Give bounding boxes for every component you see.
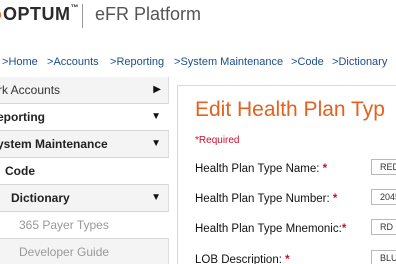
form-panel: Edit Health Plan Typ *Required Health Pl… xyxy=(177,85,396,264)
chevron-down-icon: ▼ xyxy=(151,138,161,149)
sidebar-item-dictionary[interactable]: Dictionary ▼ xyxy=(0,185,169,212)
breadcrumb-label: Dictionary xyxy=(338,56,388,68)
health-plan-type-mnemonic-label: Health Plan Type Mnemonic:* xyxy=(195,223,346,235)
field-label: Health Plan Type Number: xyxy=(195,193,330,205)
health-plan-type-number-label: Health Plan Type Number: * xyxy=(195,193,337,205)
brand-name: OPTUM xyxy=(3,4,71,24)
health-plan-type-mnemonic-input[interactable]: RD 2 xyxy=(371,219,396,235)
breadcrumb-label: Accounts xyxy=(53,56,99,68)
breadcrumb-label: Reporting xyxy=(116,56,165,68)
health-plan-type-name-label: Health Plan Type Name: * xyxy=(195,163,327,175)
sidebar-item-label: Code xyxy=(5,164,35,178)
sidebar-item-reporting[interactable]: eporting ▼ xyxy=(0,104,169,131)
required-star: * xyxy=(285,254,290,264)
main-content: Edit Health Plan Typ *Required Health Pl… xyxy=(170,77,396,264)
sidebar-item-developer-guide[interactable]: Developer Guide xyxy=(0,239,169,264)
sidebar-item-label: Developer Guide xyxy=(19,245,110,259)
breadcrumb-reporting[interactable]: >Reporting xyxy=(110,56,164,68)
sidebar-item-code[interactable]: Code xyxy=(0,158,169,185)
app-name: eFR Platform xyxy=(95,4,202,24)
chevron-down-icon: ▼ xyxy=(151,192,161,203)
chevron-down-icon: ▼ xyxy=(151,111,161,122)
breadcrumb-home[interactable]: >Home xyxy=(2,56,38,68)
sidebar-item-system-maintenance[interactable]: ystem Maintenance ▼ xyxy=(0,131,169,158)
brand-logo[interactable]: OPTUM™ xyxy=(3,3,79,25)
sidebar-item-work-accounts[interactable]: rk Accounts ▶ xyxy=(0,77,169,104)
breadcrumb-label: Home xyxy=(8,56,38,68)
lob-description-input[interactable]: BLUE xyxy=(371,250,396,264)
chevron-right-icon: ▶ xyxy=(153,84,161,95)
field-label: Health Plan Type Mnemonic: xyxy=(195,223,342,235)
health-plan-type-number-input[interactable]: 2045 xyxy=(371,189,396,205)
sidebar-item-label: eporting xyxy=(0,110,45,124)
brand-trademark: ™ xyxy=(70,3,79,12)
required-star: * xyxy=(341,223,347,235)
required-note: *Required xyxy=(195,135,240,146)
app-header: OPTUM™ eFR Platform xyxy=(0,0,396,40)
sidebar-item-label: 365 Payer Types xyxy=(19,218,109,232)
breadcrumb-system-maintenance[interactable]: >System Maintenance xyxy=(174,56,283,68)
field-label: LOB Description: xyxy=(195,254,282,264)
breadcrumb-dictionary[interactable]: >Dictionary xyxy=(332,56,387,68)
required-star: * xyxy=(332,193,338,205)
lob-description-label: LOB Description: * xyxy=(195,254,290,264)
sidebar-item-label: Dictionary xyxy=(11,191,70,205)
sidebar-item-label: ystem Maintenance xyxy=(0,137,108,151)
required-star: * xyxy=(322,163,328,175)
breadcrumb-label: System Maintenance xyxy=(180,56,284,68)
breadcrumb-code[interactable]: >Code xyxy=(291,56,324,68)
health-plan-type-name-input[interactable]: RED xyxy=(371,159,396,175)
sidebar-nav: rk Accounts ▶ eporting ▼ ystem Maintenan… xyxy=(0,77,169,264)
page-title: Edit Health Plan Typ xyxy=(195,98,385,121)
sidebar-item-365-payer-types[interactable]: 365 Payer Types xyxy=(0,212,169,239)
sidebar-item-label: rk Accounts xyxy=(0,83,61,97)
field-label: Health Plan Type Name: xyxy=(195,163,320,175)
header-divider xyxy=(82,4,83,28)
breadcrumb-label: Code xyxy=(297,56,324,68)
breadcrumb-accounts[interactable]: >Accounts xyxy=(47,56,99,68)
required-note-label: Required xyxy=(198,135,240,146)
